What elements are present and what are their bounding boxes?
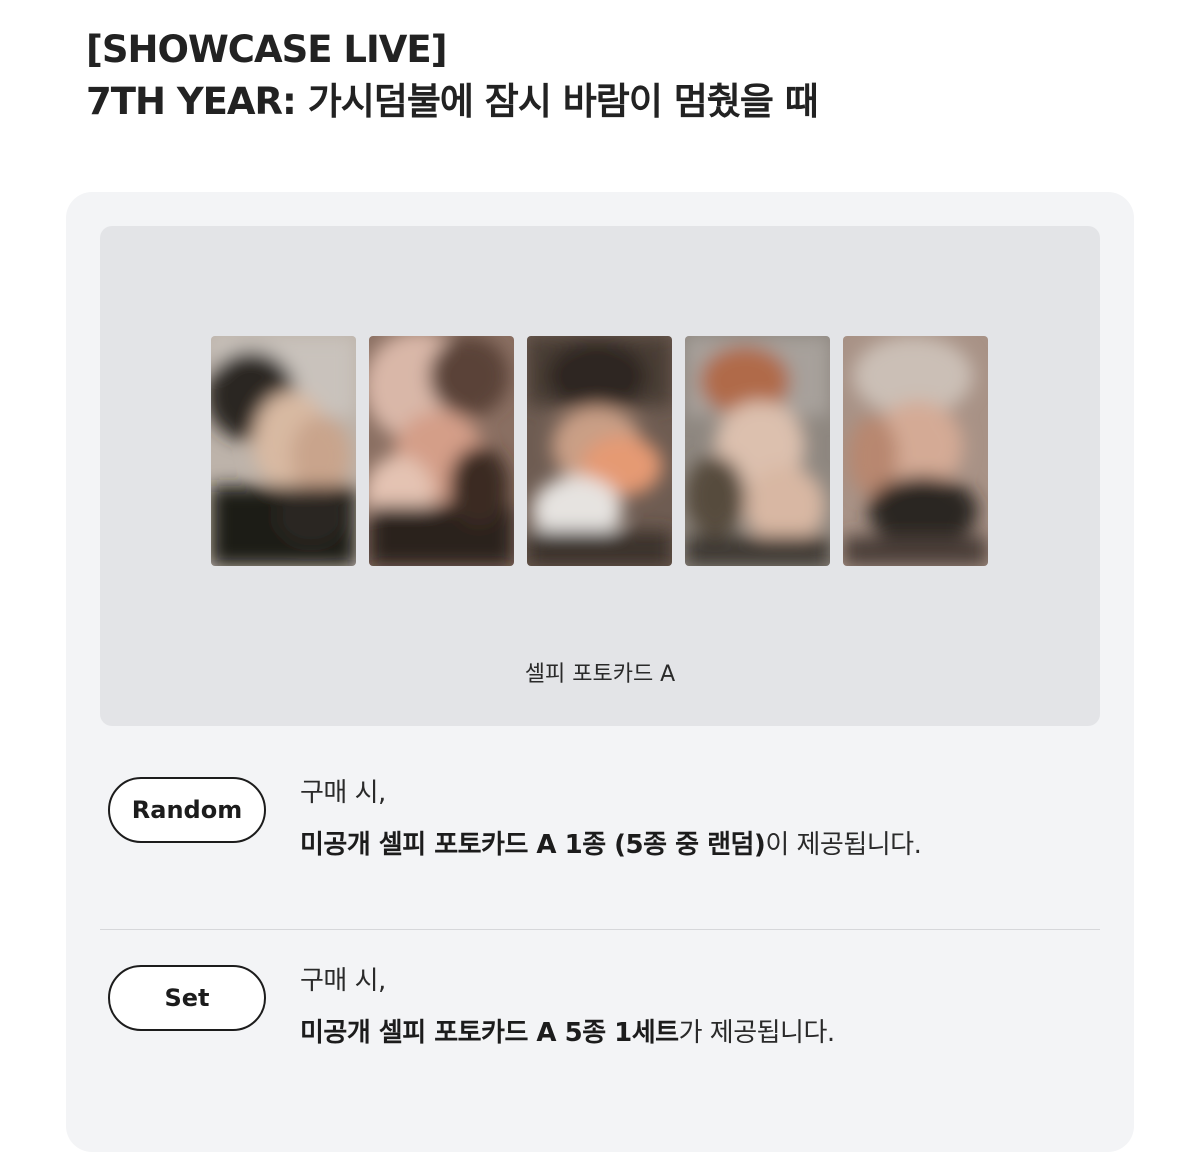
photocard-image-5 bbox=[843, 336, 988, 566]
random-desc-rest: 이 제공됩니다. bbox=[765, 830, 922, 860]
photocard-caption: 셀피 포토카드 A bbox=[524, 662, 676, 687]
photocard-image-1 bbox=[211, 336, 356, 566]
random-description: 구매 시, 미공개 셀피 포토카드 A 1종 (5종 중 랜덤)이 제공됩니다. bbox=[300, 767, 922, 871]
photocard-preview-panel: 셀피 포토카드 A bbox=[100, 226, 1100, 726]
photocard-row bbox=[211, 336, 989, 566]
random-desc-line-1: 구매 시, bbox=[300, 778, 386, 808]
random-desc-emphasis: 미공개 셀피 포토카드 A 1종 (5종 중 랜덤) bbox=[300, 830, 766, 860]
title-line-2: 7TH YEAR: 가시덤불에 잠시 바람이 멈췄을 때 bbox=[86, 80, 819, 123]
set-desc-rest: 가 제공됩니다. bbox=[678, 1018, 836, 1048]
set-desc-line-1: 구매 시, bbox=[300, 966, 386, 996]
set-badge: Set bbox=[108, 965, 266, 1031]
random-badge: Random bbox=[108, 777, 266, 843]
set-desc-emphasis: 미공개 셀피 포토카드 A 5종 1세트 bbox=[300, 1018, 679, 1048]
photocard-image-2 bbox=[369, 336, 514, 566]
set-description: 구매 시, 미공개 셀피 포토카드 A 5종 1세트가 제공됩니다. bbox=[300, 955, 835, 1059]
random-desc-line-2: 미공개 셀피 포토카드 A 1종 (5종 중 랜덤)이 제공됩니다. bbox=[300, 819, 922, 871]
photocard-image-3 bbox=[527, 336, 672, 566]
photocard-image-4 bbox=[685, 336, 830, 566]
title-line-1: [SHOWCASE LIVE] bbox=[86, 28, 448, 71]
set-desc-line-2: 미공개 셀피 포토카드 A 5종 1세트가 제공됩니다. bbox=[300, 1007, 835, 1059]
product-title: [SHOWCASE LIVE] 7TH YEAR: 가시덤불에 잠시 바람이 멈… bbox=[86, 24, 819, 128]
product-detail-card: 셀피 포토카드 A Random 구매 시, 미공개 셀피 포토카드 A 1종 … bbox=[66, 192, 1134, 1152]
option-divider bbox=[100, 929, 1100, 930]
